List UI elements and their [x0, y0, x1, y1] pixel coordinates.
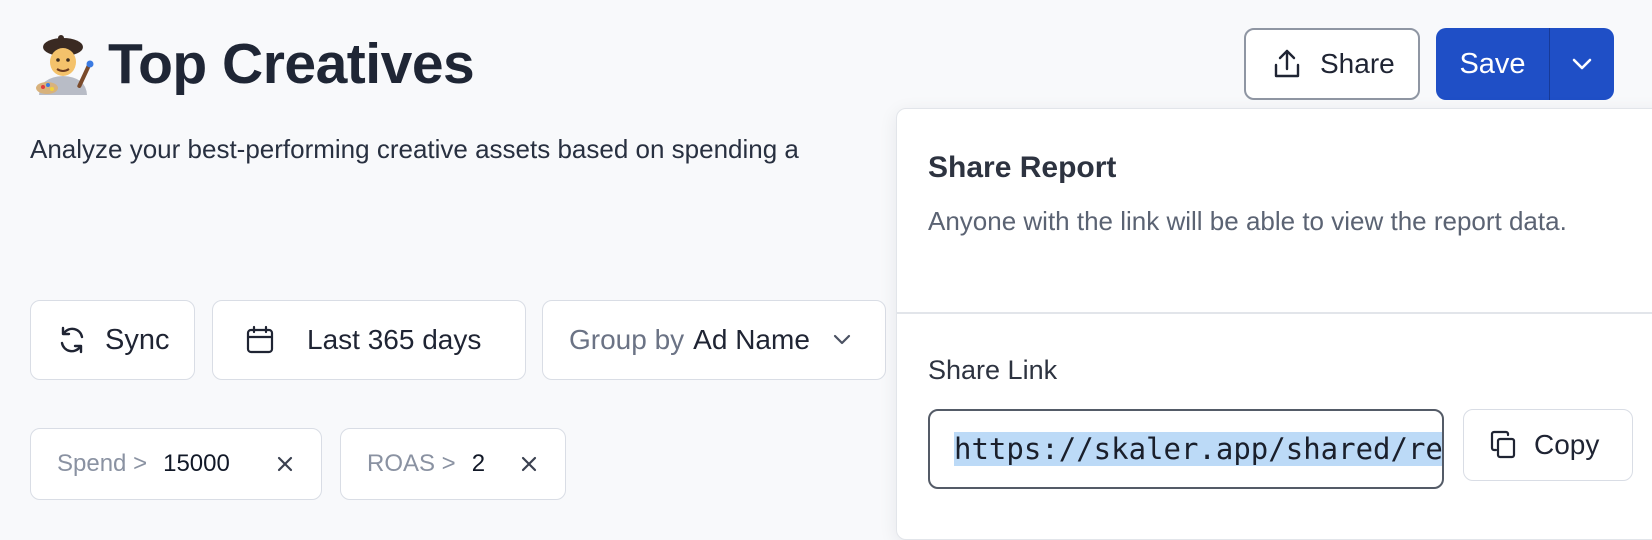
filter-chip-spend[interactable]: Spend > 15000 [30, 428, 322, 500]
sync-button[interactable]: Sync [30, 300, 195, 380]
close-icon[interactable] [521, 456, 537, 472]
page-header: Top Creatives [34, 28, 475, 100]
share-link-input[interactable]: https://skaler.app/shared/re [928, 409, 1444, 489]
refresh-icon [57, 325, 87, 355]
copy-button[interactable]: Copy [1463, 409, 1633, 481]
calendar-icon [245, 325, 275, 355]
group-by-prefix: Group by [569, 324, 685, 355]
copy-button-label: Copy [1534, 429, 1600, 460]
filter-value: 15000 [163, 450, 230, 477]
chevron-down-icon [1571, 57, 1593, 71]
close-icon[interactable] [277, 456, 293, 472]
share-button-label: Share [1320, 48, 1395, 79]
date-range-picker[interactable]: Last 365 days [212, 300, 526, 380]
filter-label: Spend > [57, 450, 148, 477]
share-icon [1272, 48, 1302, 80]
share-report-popover: Share Report Anyone with the link will b… [896, 108, 1652, 540]
save-options-button[interactable] [1550, 28, 1614, 100]
popover-title: Share Report [928, 151, 1117, 184]
filter-value: 2 [471, 450, 486, 477]
filter-label: ROAS > [367, 450, 456, 477]
save-button[interactable]: Save [1436, 28, 1549, 100]
page-title: Top Creatives [108, 32, 475, 96]
share-button[interactable]: Share [1244, 28, 1420, 100]
filter-chip-roas[interactable]: ROAS > 2 [340, 428, 566, 500]
group-by-dropdown[interactable]: Group by Ad Name [542, 300, 886, 380]
share-link-value[interactable]: https://skaler.app/shared/re [954, 432, 1442, 466]
artist-emoji-icon [34, 33, 96, 95]
page-subtitle: Analyze your best-performing creative as… [30, 134, 799, 164]
copy-icon [1488, 430, 1518, 460]
share-link-label: Share Link [928, 355, 1058, 385]
popover-description: Anyone with the link will be able to vie… [928, 206, 1567, 236]
save-button-group: Save [1436, 28, 1614, 100]
sync-button-label: Sync [105, 323, 170, 356]
divider [897, 312, 1652, 314]
date-range-label: Last 365 days [307, 324, 482, 355]
group-by-value: Ad Name [693, 324, 810, 355]
chevron-down-icon [832, 334, 852, 346]
